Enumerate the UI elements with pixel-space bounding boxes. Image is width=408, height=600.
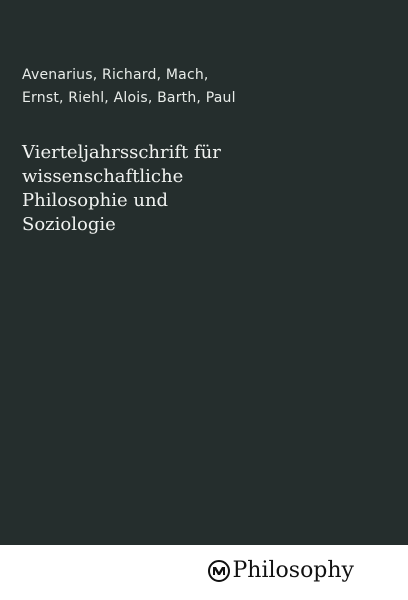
cover-panel: Avenarius, Richard, Mach, Ernst, Riehl, … bbox=[0, 0, 408, 545]
author-line-2: Ernst, Riehl, Alois, Barth, Paul bbox=[22, 90, 236, 106]
book-title: Vierteljahrsschrift für wissenschaftlich… bbox=[22, 141, 392, 237]
title-line-4: Soziologie bbox=[22, 214, 116, 235]
mv-logo-icon bbox=[208, 560, 231, 582]
author-list: Avenarius, Richard, Mach, Ernst, Riehl, … bbox=[22, 64, 392, 110]
publisher-brand: Philosophy bbox=[208, 556, 354, 586]
title-line-2: wissenschaftliche bbox=[22, 166, 184, 187]
publisher-footer: Philosophy bbox=[0, 545, 408, 600]
title-line-1: Vierteljahrsschrift für bbox=[22, 142, 221, 163]
author-line-1: Avenarius, Richard, Mach, bbox=[22, 67, 209, 83]
publisher-name: Philosophy bbox=[232, 558, 354, 583]
book-cover: Avenarius, Richard, Mach, Ernst, Riehl, … bbox=[0, 0, 408, 600]
title-line-3: Philosophie und bbox=[22, 190, 169, 211]
